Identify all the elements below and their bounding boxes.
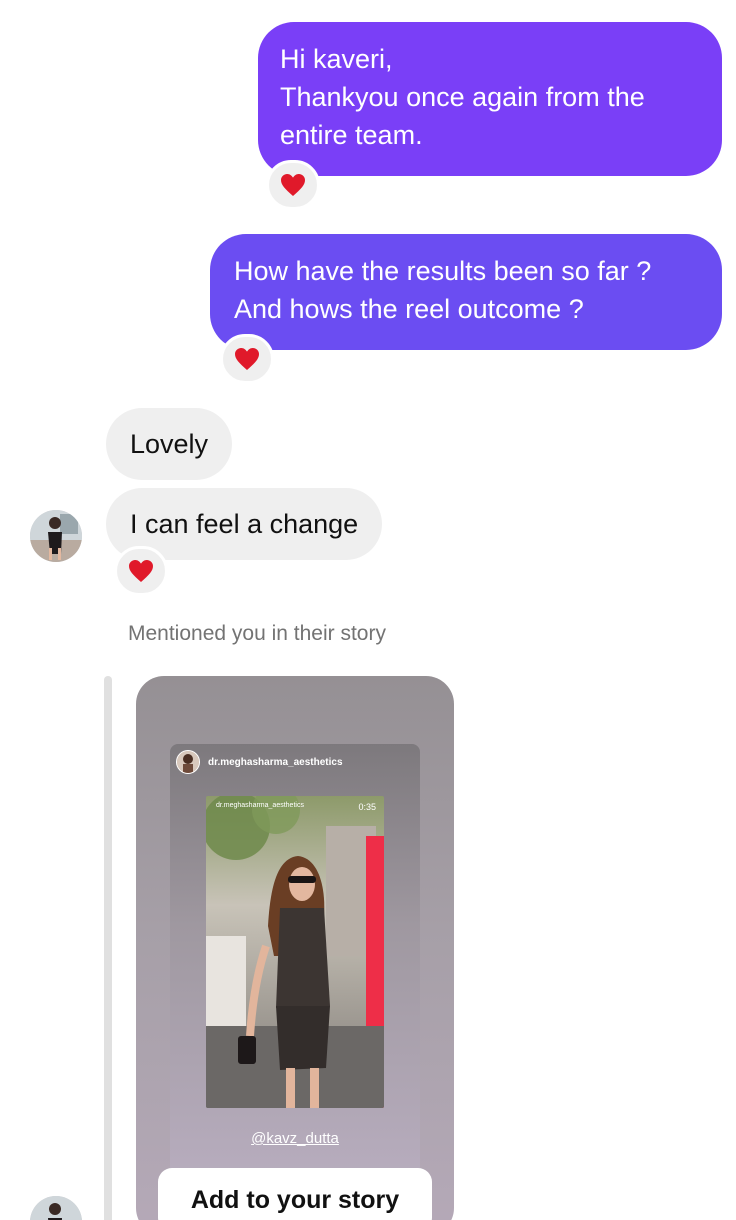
sent-message-bubble[interactable]: How have the results been so far ? And h…: [210, 234, 722, 350]
message-line: How have the results been so far ?: [234, 256, 652, 286]
heart-reaction[interactable]: [266, 160, 320, 210]
profile-photo: [30, 1196, 82, 1220]
story-mention-label: Mentioned you in their story: [128, 622, 386, 645]
sender-avatar[interactable]: [30, 1196, 82, 1220]
message-text: I can feel a change: [130, 509, 359, 539]
message-line: And hows the reel outcome ?: [234, 294, 584, 324]
sender-avatar[interactable]: [30, 510, 82, 562]
heart-reaction[interactable]: [220, 334, 274, 384]
heart-icon: [281, 174, 305, 196]
photo-author-username: dr.meghasharma_aesthetics: [216, 802, 304, 809]
story-header: dr.meghasharma_aesthetics: [176, 750, 343, 774]
author-photo: [177, 751, 199, 773]
add-to-story-button[interactable]: Add to your story: [158, 1168, 432, 1220]
heart-icon: [129, 560, 153, 582]
story-author-avatar: [176, 750, 200, 774]
message-line: Hi kaveri,: [280, 44, 393, 74]
story-preview-card[interactable]: dr.meghasharma_aesthetics dr.meghasharma…: [136, 676, 454, 1220]
story-photo: dr.meghasharma_aesthetics 0:35: [206, 796, 384, 1108]
message-thread: Hi kaveri, Thankyou once again from the …: [0, 0, 736, 1220]
street-photo: [206, 796, 384, 1108]
reply-quote-bar: [104, 676, 112, 1220]
message-text: Lovely: [130, 429, 209, 459]
mention-tag[interactable]: @kavz_dutta: [170, 1130, 420, 1147]
profile-photo: [30, 510, 82, 562]
message-line: Thankyou once again from the: [280, 82, 645, 112]
shared-story-frame: dr.meghasharma_aesthetics dr.meghasharma…: [170, 744, 420, 1196]
heart-reaction[interactable]: [114, 546, 168, 596]
received-message-bubble[interactable]: Lovely: [106, 408, 233, 480]
story-author-username: dr.meghasharma_aesthetics: [208, 756, 343, 768]
heart-icon: [235, 348, 259, 370]
video-timer: 0:35: [358, 802, 376, 812]
sent-message-bubble[interactable]: Hi kaveri, Thankyou once again from the …: [258, 22, 722, 176]
message-line: entire team.: [280, 120, 423, 150]
